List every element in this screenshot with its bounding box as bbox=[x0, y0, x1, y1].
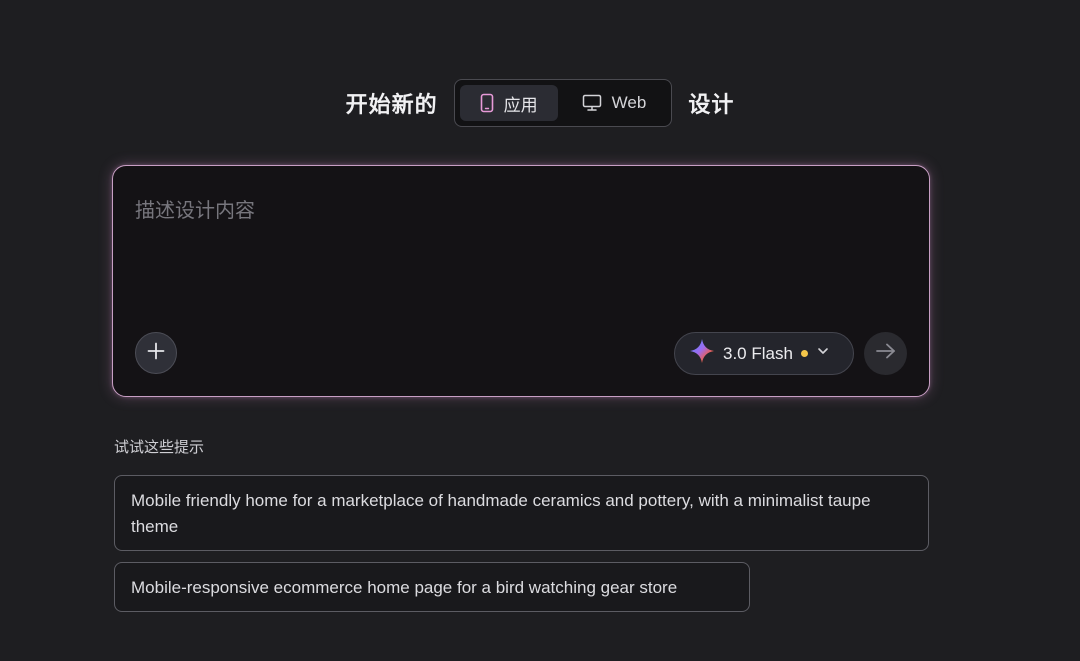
page-header: 开始新的 应用 Web 设计 bbox=[0, 78, 1080, 128]
heading-suffix: 设计 bbox=[688, 92, 735, 117]
send-button[interactable] bbox=[864, 332, 907, 375]
suggestions-title: 试试这些提示 bbox=[114, 439, 205, 456]
phone-icon bbox=[480, 93, 494, 113]
add-attachment-button[interactable] bbox=[135, 332, 177, 374]
chevron-down-icon bbox=[816, 344, 830, 363]
sparkle-icon bbox=[689, 338, 715, 369]
monitor-icon bbox=[582, 94, 602, 112]
model-selector[interactable]: 3.0 Flash bbox=[674, 332, 854, 375]
model-label: 3.0 Flash bbox=[723, 343, 793, 363]
prompt-input[interactable] bbox=[135, 194, 895, 254]
platform-toggle: 应用 Web bbox=[453, 79, 673, 127]
toggle-web-label: Web bbox=[611, 93, 647, 112]
toggle-app-button[interactable]: 应用 bbox=[459, 85, 558, 121]
plus-icon bbox=[146, 341, 166, 366]
heading-prefix: 开始新的 bbox=[345, 92, 438, 117]
toggle-app-label: 应用 bbox=[503, 95, 538, 115]
suggestion-item[interactable]: Mobile friendly home for a marketplace o… bbox=[114, 475, 929, 551]
arrow-right-icon bbox=[875, 342, 897, 365]
prompt-container: 3.0 Flash bbox=[112, 165, 930, 397]
toggle-web-button[interactable]: Web bbox=[562, 85, 667, 121]
model-status-dot bbox=[800, 350, 808, 357]
suggestion-item[interactable]: Mobile-responsive ecommerce home page fo… bbox=[114, 562, 750, 612]
